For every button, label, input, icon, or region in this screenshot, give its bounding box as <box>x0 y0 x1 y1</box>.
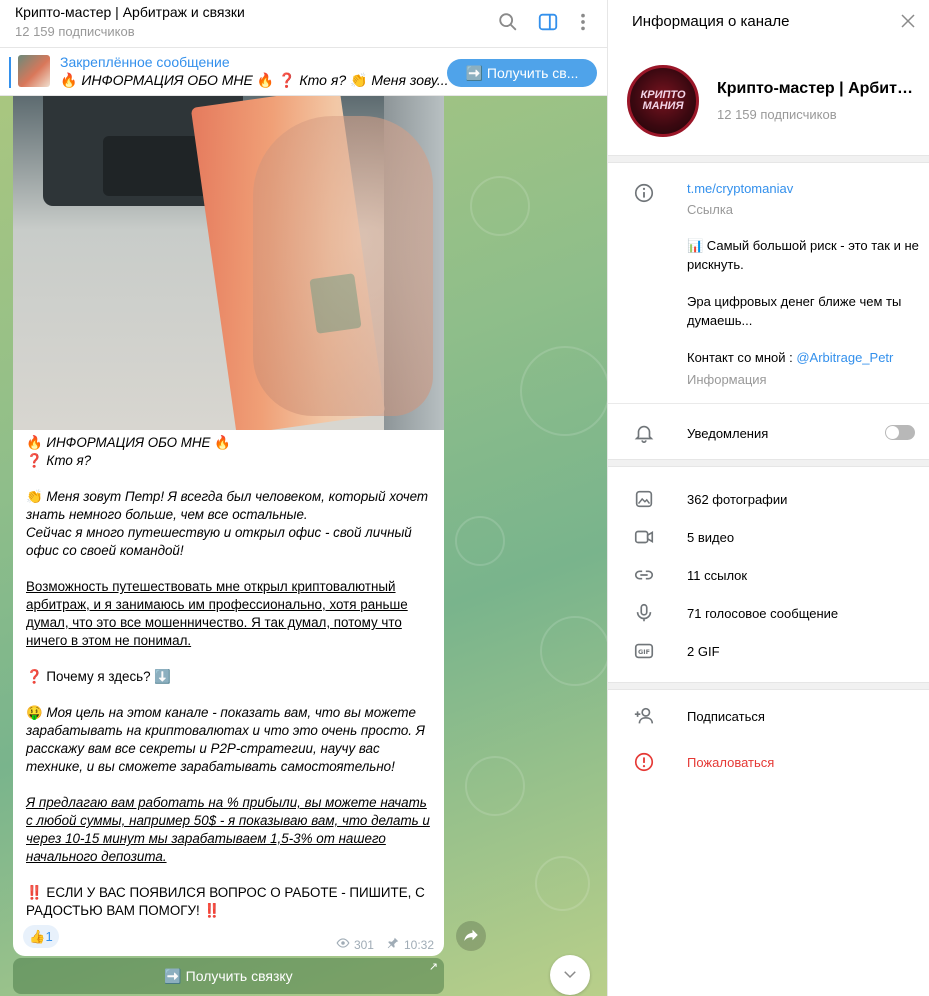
channel-description: 📊 Самый большой риск - это так и не риск… <box>687 238 919 365</box>
scroll-down-button[interactable] <box>550 955 590 995</box>
pinned-indicator <box>9 57 11 88</box>
thumbs-up-icon: 👍 <box>29 928 46 944</box>
arrow-down-icon: ⬇️ <box>154 669 172 684</box>
divider <box>608 459 929 467</box>
channel-post: 🔥 ИНФОРМАЦИЯ ОБО МНЕ 🔥 ❓ Кто я? 👏 Меня з… <box>13 96 444 956</box>
post-time: 10:32 <box>403 937 434 952</box>
post-photo[interactable] <box>13 96 444 430</box>
bell-icon <box>632 421 656 445</box>
photo-icon <box>632 487 656 511</box>
description-caption: Информация <box>687 372 767 387</box>
chat-area: Крипто-мастер | Арбитраж и связки 12 159… <box>0 0 607 996</box>
divider <box>608 155 929 163</box>
chat-subscribers: 12 159 подписчиков <box>15 24 135 39</box>
reaction-thumbs-up[interactable]: 👍 1 <box>23 925 59 948</box>
pinned-label: Закреплённое сообщение <box>60 54 230 70</box>
views-count: 301 <box>353 937 374 952</box>
photos-count: 362 фотографии <box>687 492 788 507</box>
sidebar-toggle-icon[interactable] <box>537 11 559 33</box>
get-link-label: ➡️ Получить связку <box>164 967 293 984</box>
report-label: Пожаловаться <box>687 755 775 770</box>
microphone-icon <box>632 601 656 625</box>
exclamation-icon: ‼️ <box>26 885 43 900</box>
external-link-icon: ↗ <box>428 961 438 973</box>
post-text: 🔥 ИНФОРМАЦИЯ ОБО МНЕ 🔥 ❓ Кто я? 👏 Меня з… <box>26 434 436 920</box>
post-paragraph-offer: Я предлагаю вам работать на % прибыли, в… <box>26 795 430 864</box>
add-user-icon <box>632 704 656 728</box>
panel-title: Информация о канале <box>632 13 790 30</box>
pin-icon <box>386 936 400 953</box>
question-icon: ❓ <box>26 669 43 684</box>
alert-icon <box>632 750 656 774</box>
views-icon <box>336 936 350 953</box>
exclamation-icon: ‼️ <box>203 903 221 918</box>
divider <box>608 682 929 690</box>
link-caption: Ссылка <box>687 202 734 217</box>
pinned-get-button[interactable]: ➡️ Получить св... <box>447 59 597 87</box>
contact-username-link[interactable]: @Arbitrage_Petr <box>796 350 893 365</box>
channel-name: Крипто-мастер | Арбитраж и связки <box>717 80 922 97</box>
svg-text:GIF: GIF <box>638 648 650 656</box>
gif-icon: GIF <box>632 639 656 663</box>
links-count: 11 ссылок <box>687 568 748 583</box>
money-face-icon: 🤑 <box>26 705 43 720</box>
channel-info-panel: Информация о канале КРИПТО МАНИЯ Крипто-м… <box>607 0 929 996</box>
gif-count: 2 GIF <box>687 644 720 659</box>
hand-image <box>253 116 433 416</box>
question-icon: ❓ <box>26 453 43 468</box>
notifications-toggle[interactable] <box>885 425 915 440</box>
get-link-button[interactable]: ➡️ Получить связку ↗ <box>13 958 444 994</box>
share-button[interactable] <box>456 921 486 951</box>
channel-link[interactable]: t.me/cryptomaniav <box>687 181 793 196</box>
share-icon <box>462 926 480 947</box>
close-icon[interactable] <box>899 12 917 30</box>
post-paragraph-arbitrage: Возможность путешествовать мне открыл кр… <box>26 579 408 648</box>
notifications-label: Уведомления <box>687 426 769 441</box>
fire-icon: 🔥 <box>214 435 231 450</box>
link-icon <box>632 563 656 587</box>
video-icon <box>632 525 656 549</box>
fire-icon: 🔥 <box>256 72 275 88</box>
chevron-down-icon <box>561 965 579 986</box>
reaction-count: 1 <box>45 929 53 944</box>
search-icon[interactable] <box>497 11 519 33</box>
pinned-message-bar[interactable]: Закреплённое сообщение 🔥 ИНФОРМАЦИЯ ОБО … <box>0 48 607 96</box>
voice-count: 71 голосовое сообщение <box>687 606 839 621</box>
avatar-logo-text: КРИПТО МАНИЯ <box>640 89 686 112</box>
clap-icon: 👏 <box>26 489 43 504</box>
pinned-preview: 🔥 ИНФОРМАЦИЯ ОБО МНЕ 🔥 ❓ Кто я? 👏 Меня з… <box>60 72 449 88</box>
chat-header[interactable]: Крипто-мастер | Арбитраж и связки 12 159… <box>0 0 607 48</box>
post-meta: 301 10:32 <box>336 936 434 953</box>
more-options-icon[interactable] <box>572 11 594 33</box>
subscribe-label: Подписаться <box>687 709 765 724</box>
fire-icon: 🔥 <box>26 435 43 450</box>
chat-title[interactable]: Крипто-мастер | Арбитраж и связки <box>15 4 245 20</box>
question-icon: ❓ <box>278 72 296 88</box>
videos-count: 5 видео <box>687 530 735 545</box>
fire-icon: 🔥 <box>60 72 78 88</box>
channel-avatar[interactable]: КРИПТО МАНИЯ <box>627 65 699 137</box>
clap-icon: 👏 <box>350 72 368 88</box>
pinned-thumbnail <box>18 55 50 87</box>
info-icon <box>632 181 656 205</box>
channel-subscribers: 12 159 подписчиков <box>717 107 837 122</box>
